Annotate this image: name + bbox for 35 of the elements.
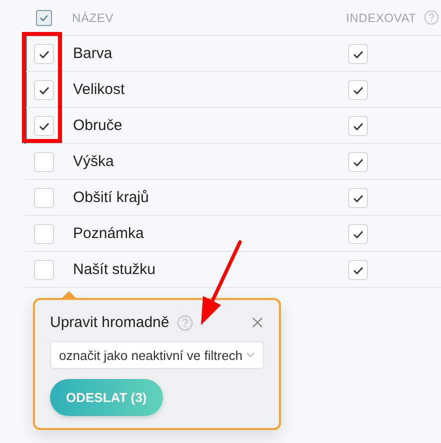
- popup-title: Upravit hromadně: [50, 314, 170, 331]
- table-row[interactable]: Výška: [24, 144, 441, 180]
- column-header: NÁZEV: [72, 10, 115, 24]
- column-header: INDEXOVAT: [346, 10, 416, 24]
- row-name: Velikost: [73, 81, 126, 98]
- row-name: Obšití krajů: [73, 189, 150, 206]
- index-checkbox[interactable]: [348, 116, 368, 136]
- table-row[interactable]: Velikost: [24, 72, 441, 108]
- index-checkbox[interactable]: [348, 188, 368, 208]
- row-checkbox[interactable]: [34, 188, 54, 208]
- index-checkbox[interactable]: [348, 44, 368, 64]
- row-name: Výška: [73, 153, 115, 170]
- table-row[interactable]: Našít stužku: [24, 252, 441, 288]
- row-checkbox[interactable]: [34, 116, 54, 136]
- table-row[interactable]: Barva: [24, 36, 441, 72]
- action-select[interactable]: označit jako neaktivní ve filtrech: [50, 341, 264, 369]
- row-name: Našít stužku: [73, 261, 157, 278]
- chevron-icon: [246, 352, 255, 358]
- row-checkbox[interactable]: [34, 44, 54, 64]
- index-checkbox[interactable]: [348, 80, 368, 100]
- table-row[interactable]: Obšití krajů: [24, 180, 441, 216]
- table-row[interactable]: Poznámka: [24, 216, 441, 252]
- row-checkbox[interactable]: [34, 260, 54, 280]
- row-name: Poznámka: [73, 225, 145, 242]
- index-checkbox[interactable]: [348, 260, 368, 280]
- row-checkbox[interactable]: [34, 80, 54, 100]
- row-name: Obruče: [73, 117, 124, 134]
- row-checkbox[interactable]: [34, 152, 54, 172]
- row-name: Barva: [73, 45, 114, 62]
- table-row[interactable]: Obruče: [24, 108, 441, 144]
- select-all-checkbox[interactable]: [36, 10, 52, 26]
- close-icon[interactable]: [252, 317, 263, 328]
- index-checkbox[interactable]: [348, 224, 368, 244]
- index-checkbox[interactable]: [348, 152, 368, 172]
- row-checkbox[interactable]: [34, 224, 54, 244]
